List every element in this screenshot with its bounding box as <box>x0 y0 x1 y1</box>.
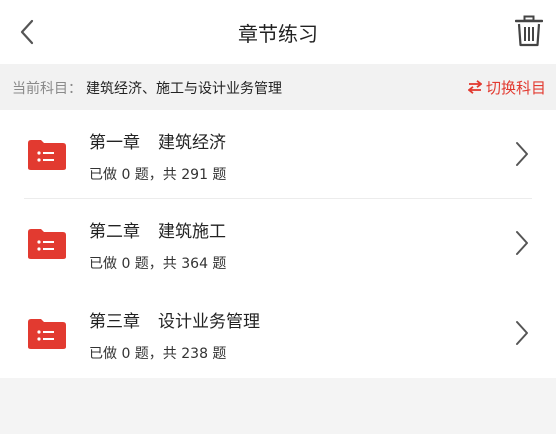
chapter-number: 第一章 <box>89 133 140 153</box>
chapter-item[interactable]: 第一章 建筑经济 已做 0 题，共 291 题 <box>0 110 556 199</box>
chapter-list: 第一章 建筑经济 已做 0 题，共 291 题 第二章 建筑施工 已做 0 题，共 … <box>0 110 556 378</box>
chapter-progress: 已做 0 题，共 238 题 <box>89 346 227 362</box>
chapter-progress: 已做 0 题，共 291 题 <box>89 167 227 183</box>
chapter-progress: 已做 0 题，共 364 题 <box>89 256 227 272</box>
subject-label: 当前科目： <box>12 81 82 97</box>
chapter-title: 第二章 建筑施工 <box>89 217 226 242</box>
chapter-name: 设计业务管理 <box>158 312 260 332</box>
top-nav-bar: 章节练习 <box>0 0 556 64</box>
folder-icon <box>28 140 66 170</box>
swap-arrows-icon <box>467 80 482 94</box>
chapter-item[interactable]: 第三章 设计业务管理 已做 0 题，共 238 题 <box>0 289 556 378</box>
chapter-name: 建筑施工 <box>158 222 226 242</box>
switch-subject-button[interactable]: 切换科目 <box>467 76 546 98</box>
folder-icon <box>28 229 66 259</box>
trash-icon <box>515 15 543 47</box>
chapter-name: 建筑经济 <box>158 133 226 153</box>
chapter-item[interactable]: 第二章 建筑施工 已做 0 题，共 364 题 <box>0 199 556 288</box>
chapter-title: 第三章 设计业务管理 <box>89 307 260 332</box>
chevron-right-icon <box>516 142 528 166</box>
chevron-right-icon <box>516 231 528 255</box>
switch-subject-label: 切换科目 <box>485 78 546 97</box>
folder-icon <box>28 319 66 349</box>
chapter-title: 第一章 建筑经济 <box>89 128 226 153</box>
chevron-right-icon <box>516 321 528 345</box>
delete-button[interactable] <box>512 12 546 50</box>
chapter-number: 第三章 <box>89 312 140 332</box>
current-subject-bar: 当前科目： 建筑经济、施工与设计业务管理 切换科目 <box>0 64 556 110</box>
subject-value: 建筑经济、施工与设计业务管理 <box>86 81 282 97</box>
page-title: 章节练习 <box>238 22 318 46</box>
chapter-number: 第二章 <box>89 222 140 242</box>
